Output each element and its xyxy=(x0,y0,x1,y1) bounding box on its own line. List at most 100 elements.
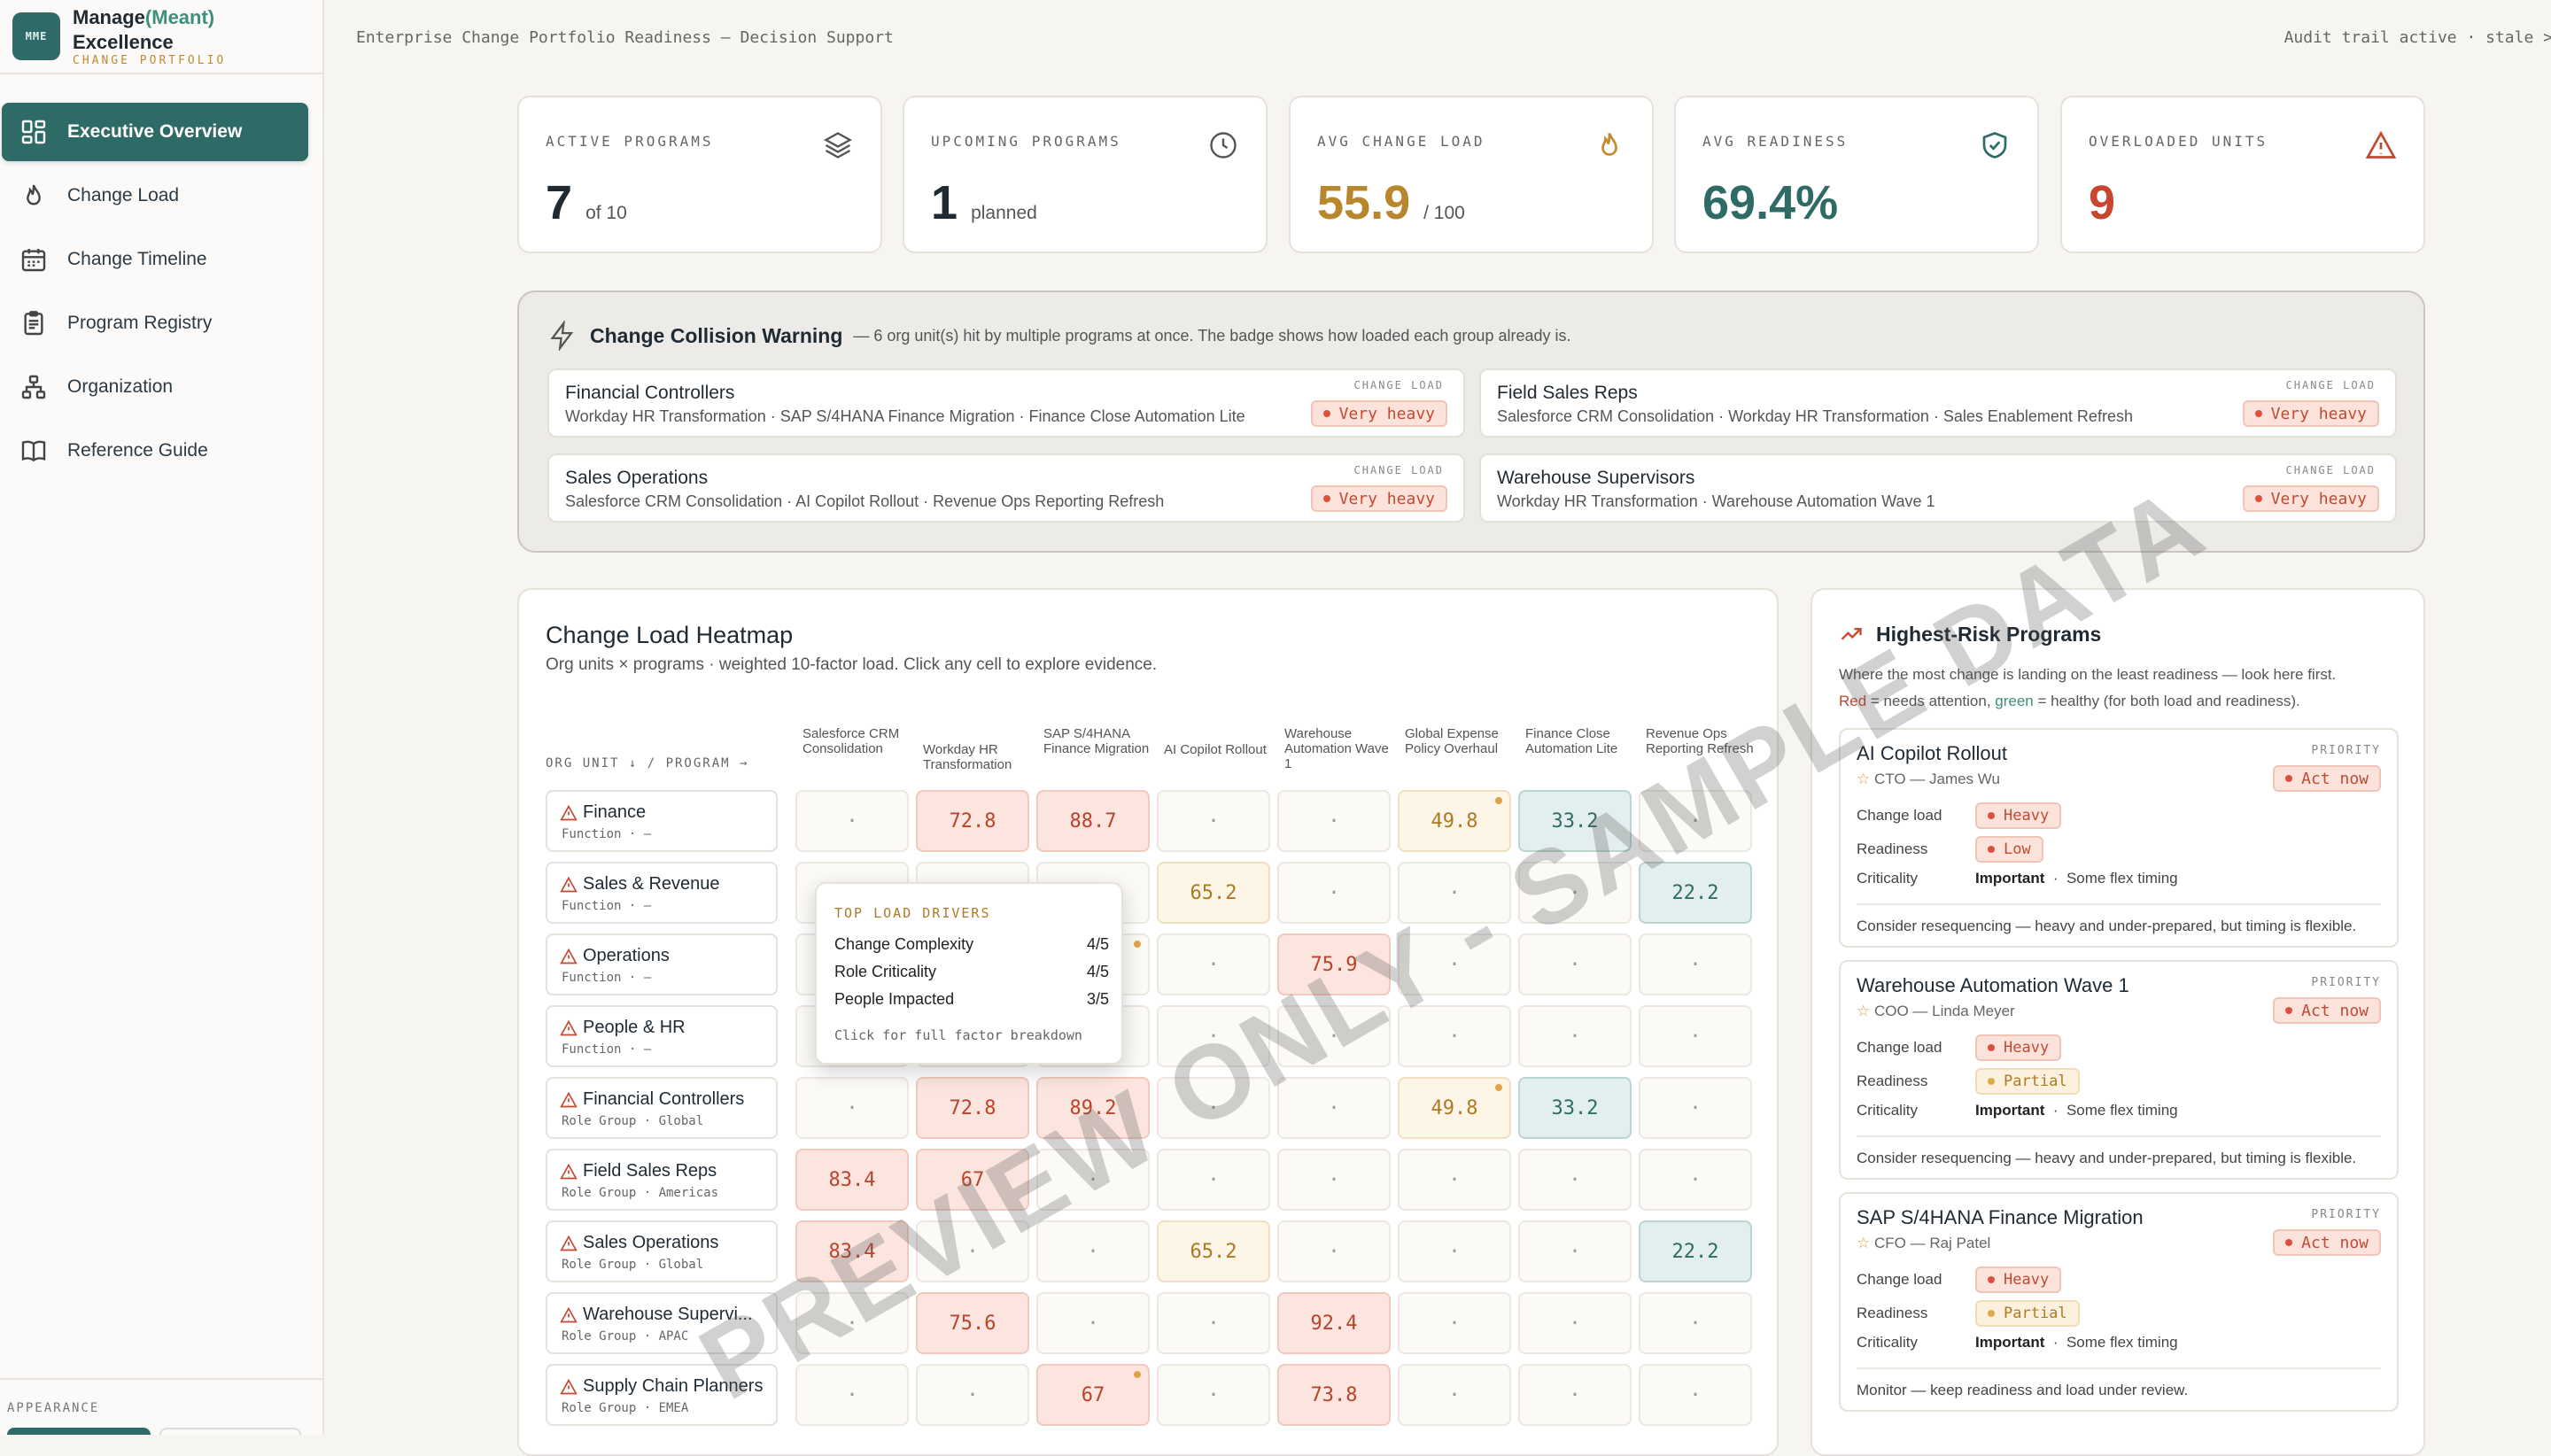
appearance-dark-toggle[interactable] xyxy=(159,1428,301,1435)
heatmap-cell[interactable]: · xyxy=(1639,790,1752,852)
heatmap-cell[interactable]: 67 xyxy=(916,1149,1029,1211)
heatmap-cell[interactable]: 92.4 xyxy=(1277,1292,1391,1354)
heatmap-cell[interactable]: · xyxy=(1277,790,1391,852)
heatmap-cell[interactable]: · xyxy=(1639,1149,1752,1211)
org-unit-row-header[interactable]: Supply Chain Planners Role Group · EMEA xyxy=(546,1364,778,1426)
heatmap-cell[interactable]: 75.6 xyxy=(916,1292,1029,1354)
heatmap-cell[interactable]: 49.8 xyxy=(1398,790,1511,852)
unit-name: Warehouse Supervisors xyxy=(1497,468,1695,488)
heatmap-cell[interactable]: · xyxy=(1639,933,1752,995)
heatmap-cell[interactable]: · xyxy=(1157,790,1270,852)
heatmap-cell[interactable]: · xyxy=(1639,1292,1752,1354)
collision-card[interactable]: Financial Controllers Workday HR Transfo… xyxy=(547,368,1465,438)
heatmap-cell[interactable]: 75.9 xyxy=(1277,933,1391,995)
nav-executive-overview[interactable]: Executive Overview xyxy=(2,103,308,161)
heatmap-cell[interactable]: · xyxy=(1398,1220,1511,1282)
nav-organization[interactable]: Organization xyxy=(2,358,321,416)
heatmap-cell[interactable]: 72.8 xyxy=(916,1077,1029,1139)
heatmap-cell[interactable]: 73.8 xyxy=(1277,1364,1391,1426)
heatmap-cell[interactable]: · xyxy=(1036,1149,1150,1211)
program-column-header[interactable]: Workday HR Transformation xyxy=(923,742,1036,772)
heatmap-cell[interactable]: 33.2 xyxy=(1518,790,1632,852)
org-unit-row-header[interactable]: Field Sales Reps Role Group · Americas xyxy=(546,1149,778,1211)
org-unit-row-header[interactable]: Operations Function · — xyxy=(546,933,778,995)
org-unit-meta: Role Group · Americas xyxy=(562,1186,719,1200)
heatmap-cell[interactable]: · xyxy=(1157,1292,1270,1354)
program-column-header[interactable]: Revenue Ops Reporting Refresh xyxy=(1646,726,1759,756)
heatmap-cell[interactable]: 65.2 xyxy=(1157,862,1270,924)
nav-program-registry[interactable]: Program Registry xyxy=(2,294,321,352)
heatmap-cell[interactable]: 67 xyxy=(1036,1364,1150,1426)
program-column-header[interactable]: SAP S/4HANA Finance Migration xyxy=(1043,726,1157,756)
heatmap-cell[interactable]: · xyxy=(1157,1077,1270,1139)
heatmap-cell[interactable]: · xyxy=(1398,933,1511,995)
program-column-header[interactable]: Salesforce CRM Consolidation xyxy=(803,726,916,756)
nav-reference-guide[interactable]: Reference Guide xyxy=(2,422,321,480)
heatmap-cell[interactable]: · xyxy=(1157,1005,1270,1067)
heatmap-cell[interactable]: · xyxy=(795,1292,909,1354)
heatmap-cell[interactable]: 72.8 xyxy=(916,790,1029,852)
brand[interactable]: MME Manage(Meant) Excellence CHANGE PORTF… xyxy=(0,0,322,74)
heatmap-cell[interactable]: 83.4 xyxy=(795,1149,909,1211)
heatmap-cell[interactable]: · xyxy=(1518,1220,1632,1282)
heatmap-cell[interactable]: · xyxy=(1157,933,1270,995)
heatmap-cell[interactable]: · xyxy=(1639,1364,1752,1426)
org-unit-row-header[interactable]: Sales Operations Role Group · Global xyxy=(546,1220,778,1282)
heatmap-cell[interactable]: · xyxy=(795,1364,909,1426)
org-unit-row-header[interactable]: Financial Controllers Role Group · Global xyxy=(546,1077,778,1139)
heatmap-cell[interactable]: 88.7 xyxy=(1036,790,1150,852)
org-unit-row-header[interactable]: Sales & Revenue Function · — xyxy=(546,862,778,924)
heatmap-cell[interactable]: · xyxy=(795,790,909,852)
heatmap-cell[interactable]: · xyxy=(1277,1149,1391,1211)
heatmap-cell[interactable]: · xyxy=(795,1077,909,1139)
appearance-light-toggle[interactable] xyxy=(7,1428,151,1435)
heatmap-cell[interactable]: · xyxy=(1398,1005,1511,1067)
heatmap-cell[interactable]: · xyxy=(1398,862,1511,924)
heatmap-cell[interactable]: · xyxy=(1518,1364,1632,1426)
heatmap-cell[interactable]: · xyxy=(1157,1364,1270,1426)
kpi-value: 7 of 10 xyxy=(546,176,627,229)
program-column-header[interactable]: Finance Close Automation Lite xyxy=(1525,726,1639,756)
org-unit-row-header[interactable]: Finance Function · — xyxy=(546,790,778,852)
heatmap-cell[interactable]: · xyxy=(1398,1364,1511,1426)
heatmap-cell[interactable]: · xyxy=(916,1220,1029,1282)
heatmap-cell[interactable]: · xyxy=(1036,1220,1150,1282)
org-unit-meta: Function · — xyxy=(562,827,652,841)
heatmap-cell[interactable]: · xyxy=(1277,862,1391,924)
heatmap-cell[interactable]: 22.2 xyxy=(1639,862,1752,924)
heatmap-cell[interactable]: · xyxy=(1518,1005,1632,1067)
collision-card[interactable]: Sales Operations Salesforce CRM Consolid… xyxy=(547,453,1465,523)
heatmap-cell[interactable]: · xyxy=(1157,1149,1270,1211)
heatmap-cell[interactable]: · xyxy=(1398,1292,1511,1354)
risk-program-card[interactable]: SAP S/4HANA Finance Migration ☆ CFO — Raj… xyxy=(1839,1192,2399,1412)
heatmap-cell[interactable]: · xyxy=(1036,1292,1150,1354)
heatmap-cell[interactable]: · xyxy=(1518,1292,1632,1354)
heatmap-cell[interactable]: · xyxy=(1518,1149,1632,1211)
collision-card[interactable]: Warehouse Supervisors Workday HR Transfo… xyxy=(1479,453,2397,523)
nav-change-timeline[interactable]: Change Timeline xyxy=(2,230,321,289)
org-unit-row-header[interactable]: People & HR Function · — xyxy=(546,1005,778,1067)
heatmap-cell[interactable]: · xyxy=(1518,933,1632,995)
heatmap-cell[interactable]: 22.2 xyxy=(1639,1220,1752,1282)
heatmap-cell[interactable]: 33.2 xyxy=(1518,1077,1632,1139)
heatmap-cell[interactable]: 49.8 xyxy=(1398,1077,1511,1139)
collision-card[interactable]: Field Sales Reps Salesforce CRM Consolid… xyxy=(1479,368,2397,438)
heatmap-cell[interactable]: 83.4 xyxy=(795,1220,909,1282)
heatmap-cell[interactable]: 65.2 xyxy=(1157,1220,1270,1282)
heatmap-cell[interactable]: · xyxy=(916,1364,1029,1426)
risk-program-card[interactable]: AI Copilot Rollout ☆ CTO — James Wu PRIORI… xyxy=(1839,728,2399,948)
heatmap-cell[interactable]: 89.2 xyxy=(1036,1077,1150,1139)
heatmap-cell[interactable]: · xyxy=(1639,1005,1752,1067)
heatmap-cell[interactable]: · xyxy=(1277,1005,1391,1067)
program-column-header[interactable]: AI Copilot Rollout xyxy=(1164,742,1277,757)
heatmap-cell[interactable]: · xyxy=(1277,1220,1391,1282)
risk-program-card[interactable]: Warehouse Automation Wave 1 ☆ COO — Linda… xyxy=(1839,960,2399,1180)
nav-change-load[interactable]: Change Load xyxy=(2,167,321,225)
heatmap-cell[interactable]: · xyxy=(1518,862,1632,924)
heatmap-cell[interactable]: · xyxy=(1639,1077,1752,1139)
heatmap-cell[interactable]: · xyxy=(1398,1149,1511,1211)
program-column-header[interactable]: Warehouse Automation Wave 1 xyxy=(1284,726,1398,771)
heatmap-cell[interactable]: · xyxy=(1277,1077,1391,1139)
program-column-header[interactable]: Global Expense Policy Overhaul xyxy=(1405,726,1518,756)
org-unit-row-header[interactable]: Warehouse Supervi... Role Group · APAC xyxy=(546,1292,778,1354)
